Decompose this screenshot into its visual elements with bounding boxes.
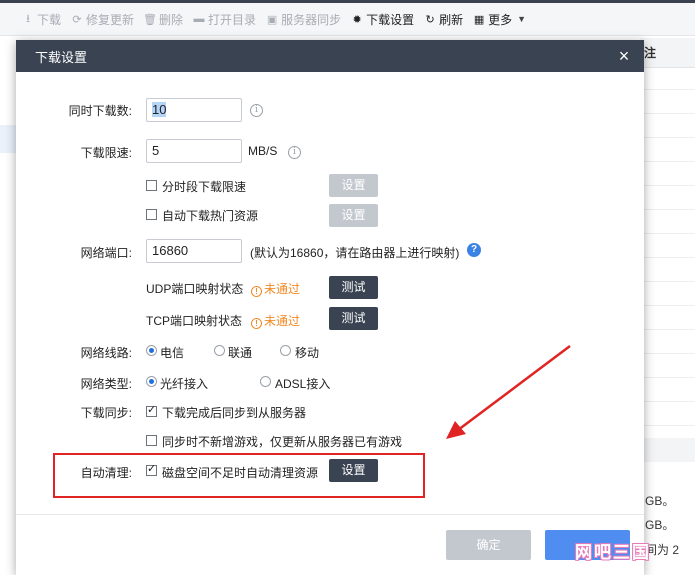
annotation-arrow-icon [446,345,571,439]
watermark-logo: 网吧三国 [575,543,651,562]
